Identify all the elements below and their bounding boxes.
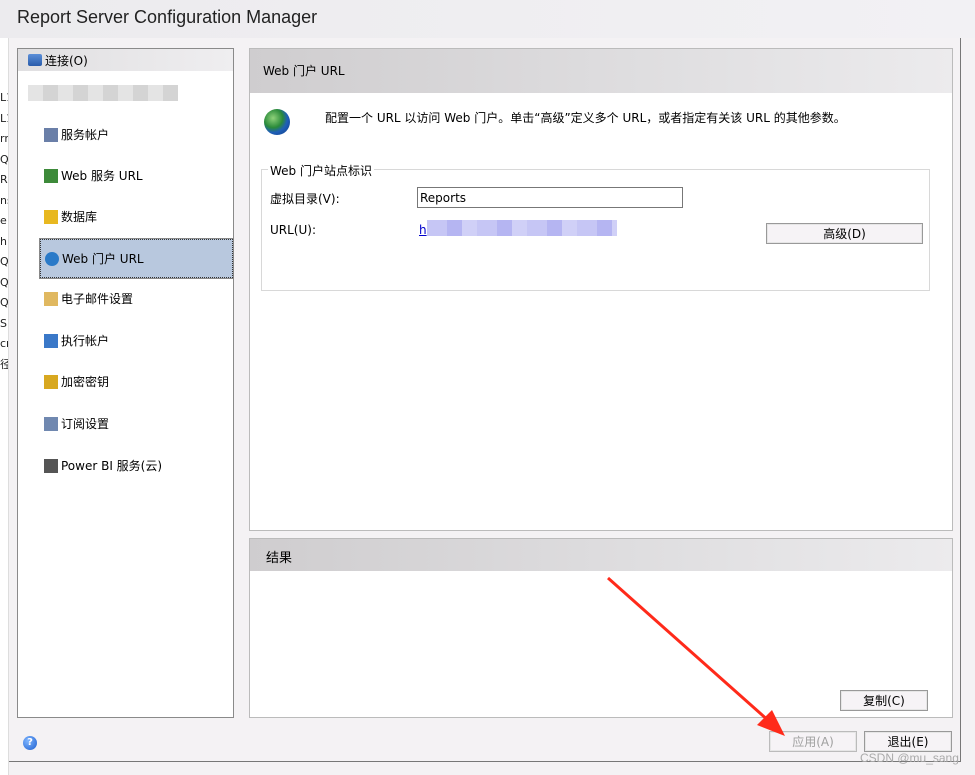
watermark: CSDN @mu_sang [860,751,959,765]
annotation-arrow [607,576,785,736]
